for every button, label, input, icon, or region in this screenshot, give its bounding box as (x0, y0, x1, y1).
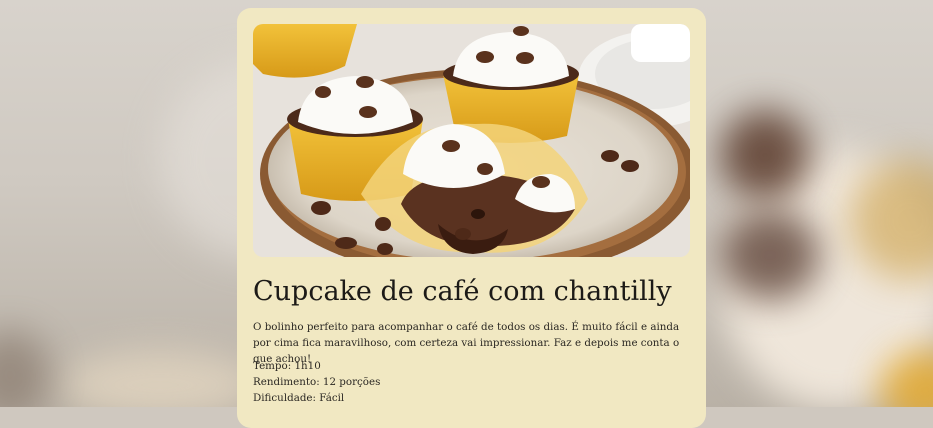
cupcake-photo (253, 24, 690, 257)
recipe-card: Cupcake de café com chantilly O bolinho … (237, 8, 706, 428)
recipe-title: Cupcake de café com chantilly (253, 276, 672, 307)
recipe-time: Tempo: 1h10 (253, 360, 321, 372)
recipe-details: Tempo: 1h10 Rendimento: 12 porções Dific… (253, 358, 380, 406)
recipe-servings: Rendimento: 12 porções (253, 376, 381, 388)
recipe-difficulty: Dificuldade: Fácil (253, 392, 345, 404)
